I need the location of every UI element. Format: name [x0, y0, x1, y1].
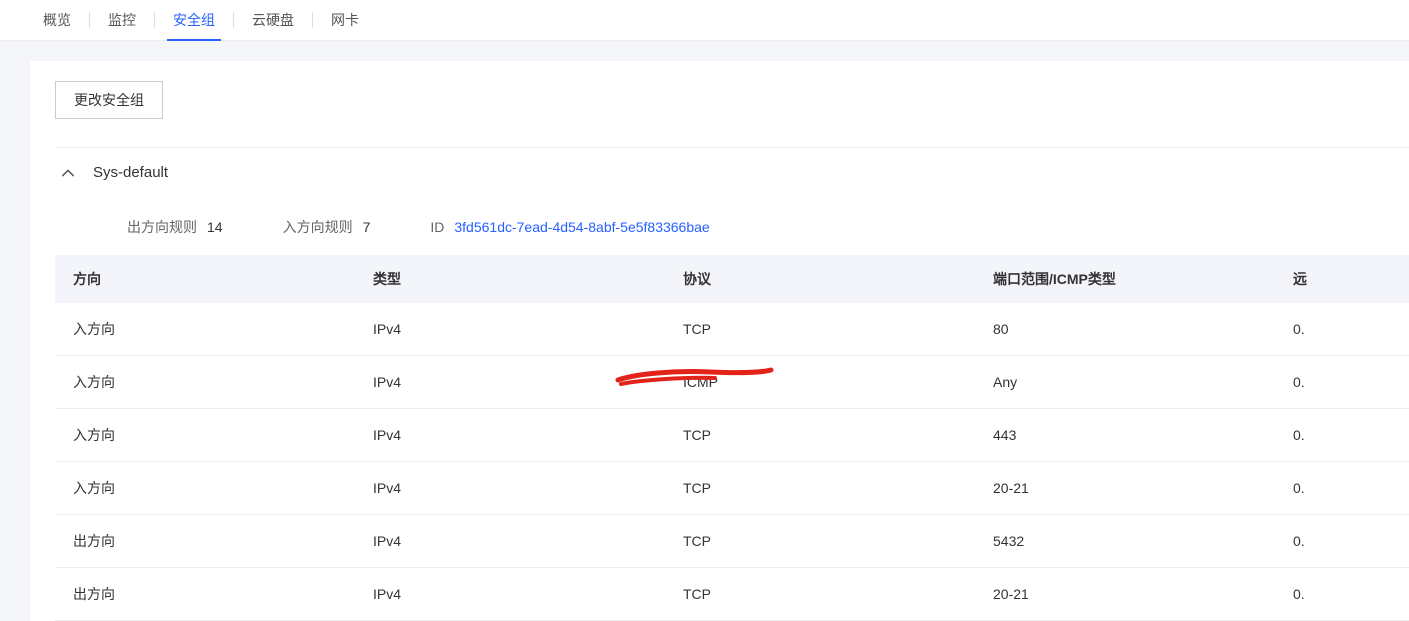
- content-panel: 更改安全组 Sys-default 出方向规则 14 入方向规则 7 ID: [30, 61, 1409, 621]
- stat-value: 14: [207, 219, 223, 235]
- table-row: 出方向 IPv4 TCP 5432 0.: [55, 515, 1409, 568]
- stat-inbound: 入方向规则 7: [283, 217, 371, 237]
- stats-row: 出方向规则 14 入方向规则 7 ID 3fd561dc-7ead-4d54-8…: [55, 197, 1409, 255]
- table-row: 入方向 IPv4 TCP 443 0.: [55, 409, 1409, 462]
- cell-port: 80: [975, 303, 1275, 356]
- stat-label: 入方向规则: [283, 217, 353, 237]
- tab-disk[interactable]: 云硬盘: [234, 0, 312, 40]
- stat-label: ID: [430, 219, 444, 235]
- tabs-bar: 概览 监控 安全组 云硬盘 网卡: [0, 0, 1409, 41]
- annotation-mark: [615, 364, 775, 388]
- stat-id: ID 3fd561dc-7ead-4d54-8abf-5e5f83366bae: [430, 219, 709, 235]
- tab-security-group[interactable]: 安全组: [155, 0, 233, 40]
- tab-monitor[interactable]: 监控: [90, 0, 154, 40]
- cell-protocol: TCP: [665, 462, 975, 515]
- cell-direction: 出方向: [55, 515, 355, 568]
- col-direction: 方向: [55, 255, 355, 303]
- table-row: 出方向 IPv4 TCP 20-21 0.: [55, 568, 1409, 621]
- cell-direction: 出方向: [55, 568, 355, 621]
- col-remote: 远: [1275, 255, 1409, 303]
- tab-nic[interactable]: 网卡: [313, 0, 377, 40]
- table-row: 入方向 IPv4 TCP 20-21 0.: [55, 462, 1409, 515]
- cell-remote: 0.: [1275, 462, 1409, 515]
- group-id-link[interactable]: 3fd561dc-7ead-4d54-8abf-5e5f83366bae: [454, 219, 709, 235]
- rules-table-wrapper: 方向 类型 协议 端口范围/ICMP类型 远 入方向 IPv4 TCP 80: [55, 255, 1409, 621]
- cell-remote: 0.: [1275, 409, 1409, 462]
- table-row: 入方向 IPv4 ICMP Any 0.: [55, 356, 1409, 409]
- cell-type: IPv4: [355, 303, 665, 356]
- cell-type: IPv4: [355, 462, 665, 515]
- table-header-row: 方向 类型 协议 端口范围/ICMP类型 远: [55, 255, 1409, 303]
- cell-remote: 0.: [1275, 515, 1409, 568]
- rules-table: 方向 类型 协议 端口范围/ICMP类型 远 入方向 IPv4 TCP 80: [55, 255, 1409, 621]
- col-type: 类型: [355, 255, 665, 303]
- cell-remote: 0.: [1275, 303, 1409, 356]
- group-header[interactable]: Sys-default: [55, 148, 1409, 197]
- cell-protocol: TCP: [665, 303, 975, 356]
- cell-type: IPv4: [355, 409, 665, 462]
- stat-value: 7: [363, 219, 371, 235]
- group-name: Sys-default: [93, 164, 168, 181]
- table-row: 入方向 IPv4 TCP 80 0.: [55, 303, 1409, 356]
- stat-label: 出方向规则: [127, 217, 197, 237]
- cell-type: IPv4: [355, 568, 665, 621]
- modify-security-group-button[interactable]: 更改安全组: [55, 81, 163, 119]
- chevron-up-icon: [61, 166, 75, 180]
- tab-overview[interactable]: 概览: [25, 0, 89, 40]
- cell-direction: 入方向: [55, 356, 355, 409]
- security-group-panel: Sys-default 出方向规则 14 入方向规则 7 ID 3fd561dc…: [55, 147, 1409, 621]
- col-protocol: 协议: [665, 255, 975, 303]
- cell-port: 5432: [975, 515, 1275, 568]
- cell-port: 20-21: [975, 568, 1275, 621]
- cell-port: 443: [975, 409, 1275, 462]
- cell-direction: 入方向: [55, 462, 355, 515]
- page-body: 更改安全组 Sys-default 出方向规则 14 入方向规则 7 ID: [0, 41, 1409, 621]
- cell-protocol: TCP: [665, 409, 975, 462]
- col-port: 端口范围/ICMP类型: [975, 255, 1275, 303]
- cell-port: 20-21: [975, 462, 1275, 515]
- cell-type: IPv4: [355, 515, 665, 568]
- cell-protocol: TCP: [665, 568, 975, 621]
- stat-outbound: 出方向规则 14: [127, 217, 223, 237]
- cell-protocol: ICMP: [665, 356, 975, 409]
- cell-port: Any: [975, 356, 1275, 409]
- cell-direction: 入方向: [55, 303, 355, 356]
- cell-remote: 0.: [1275, 356, 1409, 409]
- cell-direction: 入方向: [55, 409, 355, 462]
- cell-protocol: TCP: [665, 515, 975, 568]
- cell-remote: 0.: [1275, 568, 1409, 621]
